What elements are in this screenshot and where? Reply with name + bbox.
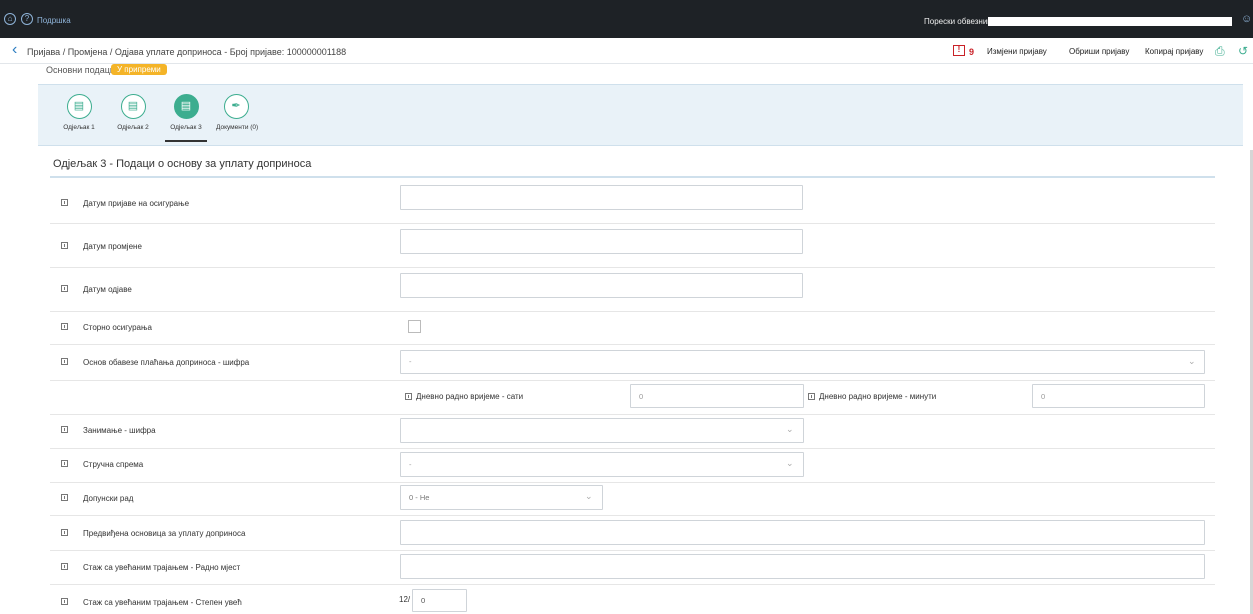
chevron-down-icon: ⌄ bbox=[1188, 356, 1196, 366]
occupation-select[interactable] bbox=[400, 418, 804, 443]
info-icon[interactable] bbox=[61, 426, 68, 433]
extended-service-degree-field[interactable] bbox=[412, 589, 467, 612]
paperclip-icon: ✒ bbox=[223, 94, 249, 119]
document-icon: ▤ bbox=[173, 94, 199, 119]
divider bbox=[50, 311, 1215, 312]
info-icon[interactable] bbox=[61, 460, 68, 467]
taxpayer-field bbox=[988, 17, 1232, 26]
copy-application-button[interactable]: Копирај пријаву bbox=[1145, 47, 1203, 56]
daily-hours-text: Дневно радно вријеме - сати bbox=[416, 392, 524, 401]
projected-base-field[interactable] bbox=[400, 520, 1205, 545]
insurance-date-field[interactable] bbox=[400, 185, 803, 210]
export-icon[interactable]: ↺ bbox=[1238, 44, 1248, 58]
top-bar: ⌂ ? Подршка Порески обвезник ☺ bbox=[0, 0, 1253, 38]
qualification-select[interactable]: - bbox=[400, 452, 804, 477]
info-icon[interactable] bbox=[61, 563, 68, 570]
tab-label: Одјељак 3 bbox=[170, 124, 202, 131]
divider bbox=[50, 344, 1215, 345]
daily-minutes-text: Дневно радно вријеме - минути bbox=[819, 392, 937, 401]
change-date-label: Датум промјене bbox=[83, 242, 142, 251]
daily-hours-label: Дневно радно вријеме - сати bbox=[405, 392, 523, 401]
basic-data-label: Основни подаци bbox=[46, 65, 115, 75]
storno-label: Сторно осигурања bbox=[83, 323, 152, 332]
info-icon[interactable] bbox=[61, 242, 68, 249]
insurance-date-label: Датум пријаве на осигурање bbox=[83, 199, 190, 208]
chevron-down-icon: ⌄ bbox=[585, 491, 593, 501]
extended-service-place-field[interactable] bbox=[400, 554, 1205, 579]
info-icon[interactable] bbox=[61, 598, 68, 605]
info-icon[interactable] bbox=[61, 529, 68, 536]
additional-work-label: Допунски рад bbox=[83, 494, 134, 503]
action-bar: ‹ Пријава / Промјена / Одјава уплате доп… bbox=[0, 38, 1253, 64]
divider bbox=[50, 380, 1215, 381]
extended-service-place-label: Стаж са увећаним трајањем - Радно мјест bbox=[83, 563, 241, 572]
deregistration-date-field[interactable] bbox=[400, 273, 803, 298]
tab-documents[interactable]: ✒ Документи (0) bbox=[216, 94, 259, 131]
breadcrumb: Пријава / Промјена / Одјава уплате допри… bbox=[27, 47, 347, 57]
document-icon: ▤ bbox=[120, 94, 146, 119]
tab-label: Одјељак 1 bbox=[63, 124, 95, 131]
question-circle-icon[interactable]: ? bbox=[21, 13, 33, 25]
divider bbox=[50, 414, 1215, 415]
document-icon: ▤ bbox=[66, 94, 92, 119]
additional-work-select[interactable]: 0 - Не bbox=[400, 485, 603, 510]
section-title: Одјељак 3 - Подаци о основу за уплату до… bbox=[53, 158, 312, 170]
divider bbox=[50, 267, 1215, 268]
tab-section-2[interactable]: ▤ Одјељак 2 bbox=[113, 94, 153, 131]
warning-count[interactable]: 9 bbox=[969, 47, 974, 57]
chevron-down-icon: ⌄ bbox=[786, 424, 794, 434]
daily-minutes-label: Дневно радно вријеме - минути bbox=[808, 392, 936, 401]
tab-label: Документи (0) bbox=[216, 124, 259, 131]
info-icon[interactable] bbox=[61, 323, 68, 330]
section-tabs: ▤ Одјељак 1 ▤ Одјељак 2 ▤ Одјељак 3 ✒ До… bbox=[38, 84, 1243, 146]
daily-hours-field[interactable] bbox=[630, 384, 804, 408]
obligation-basis-label: Основ обавезе плаћања доприноса - шифра bbox=[83, 358, 250, 367]
info-icon[interactable] bbox=[61, 199, 68, 206]
tab-section-1[interactable]: ▤ Одјељак 1 bbox=[59, 94, 99, 131]
info-icon[interactable] bbox=[808, 393, 815, 400]
divider bbox=[50, 448, 1215, 449]
obligation-basis-select[interactable]: - bbox=[400, 350, 1205, 374]
deregistration-date-label: Датум одјаве bbox=[83, 285, 132, 294]
taxpayer-label: Порески обвезник bbox=[924, 17, 991, 26]
divider bbox=[50, 482, 1215, 483]
daily-minutes-field[interactable] bbox=[1032, 384, 1205, 408]
info-icon[interactable] bbox=[61, 285, 68, 292]
warning-icon[interactable]: ! bbox=[953, 45, 965, 56]
user-icon[interactable]: ☺ bbox=[1241, 13, 1252, 25]
delete-application-button[interactable]: Обриши пријаву bbox=[1069, 47, 1129, 56]
status-badge: У припреми bbox=[111, 64, 167, 75]
qualification-label: Стручна спрема bbox=[83, 460, 144, 469]
info-icon[interactable] bbox=[405, 393, 412, 400]
occupation-label: Занимање - шифра bbox=[83, 426, 156, 435]
divider bbox=[50, 550, 1215, 551]
projected-base-label: Предвиђена основица за уплату доприноса bbox=[83, 529, 246, 538]
tab-section-3[interactable]: ▤ Одјељак 3 bbox=[166, 94, 206, 131]
chevron-left-icon[interactable]: ‹ bbox=[12, 42, 17, 58]
change-date-field[interactable] bbox=[400, 229, 803, 254]
info-icon[interactable] bbox=[61, 494, 68, 501]
active-tab-indicator bbox=[165, 140, 207, 142]
home-icon[interactable]: ⌂ bbox=[4, 13, 16, 25]
print-icon[interactable]: ⎙ bbox=[1215, 44, 1225, 59]
info-icon[interactable] bbox=[61, 358, 68, 365]
storno-checkbox[interactable] bbox=[408, 320, 421, 333]
tab-label: Одјељак 2 bbox=[117, 124, 149, 131]
chevron-down-icon: ⌄ bbox=[786, 458, 794, 468]
help-link[interactable]: Подршка bbox=[37, 16, 71, 25]
degree-prefix: 12/ bbox=[399, 595, 411, 604]
divider bbox=[50, 223, 1215, 224]
divider bbox=[50, 584, 1215, 585]
section-divider bbox=[50, 176, 1215, 178]
divider bbox=[50, 515, 1215, 516]
edit-application-button[interactable]: Измјени пријаву bbox=[987, 47, 1047, 56]
extended-service-degree-label: Стаж са увећаним трајањем - Степен увећ bbox=[83, 598, 242, 607]
